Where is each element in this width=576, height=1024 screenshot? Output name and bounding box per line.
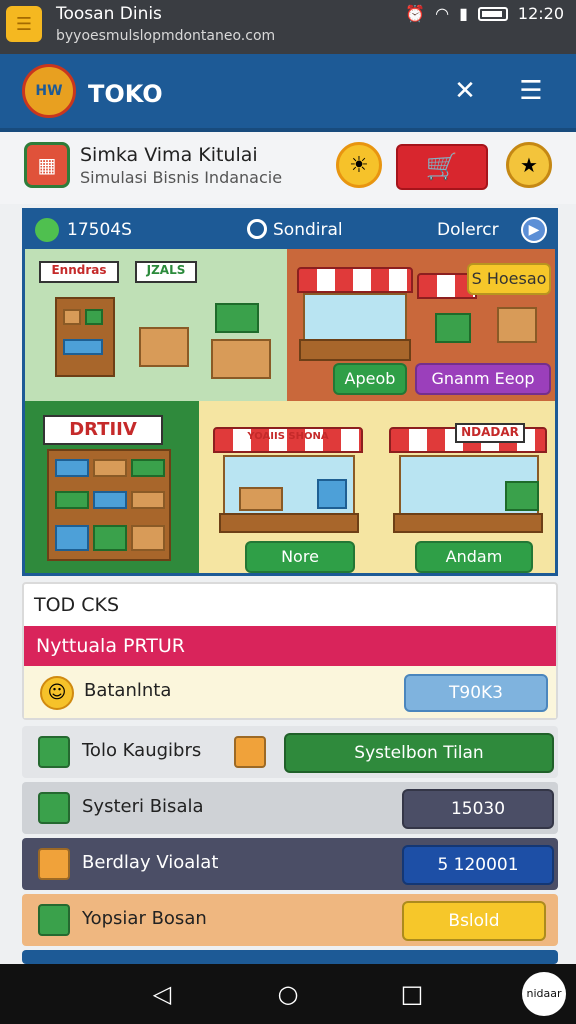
stats-panel: TOD CKS Nyttuala PRTUR ☺ Batanlnta T90K3 (22, 582, 558, 720)
system-nav-bar: ◁ ○ □ nidaar (0, 964, 576, 1024)
action-button[interactable]: Andam (415, 541, 533, 573)
shop-map-icon: ▦ (24, 142, 70, 188)
crate (497, 307, 537, 343)
box-icon (38, 792, 70, 824)
achievement-badge-icon[interactable]: ★ (506, 142, 552, 188)
home-icon[interactable]: ○ (274, 980, 302, 1008)
row-button[interactable]: 15030 (402, 789, 554, 829)
row-label: Tolo Kaugibrs (82, 740, 202, 761)
shop-sign: YOAIIS SHONA (247, 431, 329, 442)
product-box (131, 459, 165, 477)
action-button[interactable]: Apeob (333, 363, 407, 395)
board-header: 17504S Sondiral Dolercr ▶ (25, 211, 555, 249)
row-label: Berdlay Vioalat (82, 852, 219, 873)
product-box (93, 459, 127, 477)
tile-shelf-unit[interactable]: DRTIIV (25, 401, 199, 573)
coin-icon (35, 218, 59, 242)
alarm-icon: ⏰ (405, 4, 426, 23)
intro-section: ▦ Simka Vima Kitulai Simulasi Bisnis Ind… (0, 132, 576, 204)
cart-button[interactable]: 🛒 (396, 144, 488, 190)
app-notification-icon[interactable]: ☰ (6, 6, 42, 42)
product-box (93, 491, 127, 509)
wifi-icon: ◠ (435, 4, 450, 23)
menu-icon[interactable]: ☰ (516, 76, 546, 106)
battery-icon (477, 6, 508, 21)
intro-subtitle: Simulasi Bisnis Indanacie (80, 168, 283, 187)
back-icon[interactable]: ◁ (148, 980, 176, 1008)
action-button[interactable]: Gnanm Eeop (415, 363, 551, 395)
price-tag: S Hoesao (467, 263, 551, 295)
notification-url: byyoesmulslopmdontaneo.com (56, 28, 276, 44)
board-value: 17504S (67, 220, 132, 240)
app-header: HW TOKO ✕ ☰ (0, 54, 576, 132)
box-icon (38, 904, 70, 936)
board-right-label: Dolercr (437, 220, 499, 240)
shop-sign: NDADAR (455, 423, 525, 443)
row-button[interactable]: Bslold (402, 901, 546, 941)
panel-banner: Nyttuala PRTUR (24, 626, 556, 666)
tile-stalls[interactable]: S Hoesao Apeob Gnanm Eeop (287, 249, 555, 401)
panel-title: TOD CKS (34, 594, 120, 616)
shop-counter (219, 513, 359, 533)
list-item: Tolo Kaugibrs Systelbon Tilan (22, 726, 558, 778)
row-label: Yopsiar Bosan (82, 908, 207, 929)
product-box (131, 525, 165, 551)
product-box (93, 525, 127, 551)
crate (211, 339, 271, 379)
recents-icon[interactable]: □ (398, 980, 426, 1008)
mode-icon (247, 219, 267, 239)
smile-icon: ☺ (40, 676, 74, 710)
produce-crate (505, 481, 539, 511)
clock: 12:20 (517, 4, 564, 23)
crate (215, 303, 259, 333)
app-logo: HW (22, 64, 76, 118)
shop-board: 17504S Sondiral Dolercr ▶ Enndras JZALS … (22, 208, 558, 576)
row-label: Systeri Bisala (82, 796, 204, 817)
box-icon (234, 736, 266, 768)
panel-row-button[interactable]: T90K3 (404, 674, 548, 712)
list-item: Yopsiar Bosan Bslold (22, 894, 558, 946)
machine (317, 479, 347, 509)
intro-title: Simka Vima Kitulai (80, 144, 258, 166)
product-box (63, 339, 103, 355)
app-badge[interactable]: nidaar (522, 972, 566, 1016)
board-mode: Sondiral (273, 220, 343, 240)
product-box (55, 525, 89, 551)
shop-sign: Enndras (39, 261, 119, 283)
panel-row: ☺ Batanlnta T90K3 (24, 666, 556, 718)
next-arrow-icon[interactable]: ▶ (521, 217, 547, 243)
status-bar: ☰ Toosan Dinis byyoesmulslopmdontaneo.co… (0, 0, 576, 54)
stall-counter (299, 339, 411, 361)
product-box (63, 309, 81, 325)
close-icon[interactable]: ✕ (450, 76, 480, 106)
sun-icon[interactable]: ☀ (336, 142, 382, 188)
list-item: Berdlay Vioalat 5 120001 (22, 838, 558, 890)
shop-sign: DRTIIV (43, 415, 163, 445)
row-button[interactable]: 5 120001 (402, 845, 554, 885)
crate (435, 313, 471, 343)
list-item-partial (22, 950, 558, 964)
status-icons: ⏰ ◠ ▮ 12:20 (405, 4, 564, 23)
crate (139, 327, 189, 367)
app-title: TOKO (88, 80, 163, 108)
row-button[interactable]: Systelbon Tilan (284, 733, 554, 773)
box-icon (38, 848, 70, 880)
panel-row-label: Batanlnta (84, 680, 172, 701)
product-box (131, 491, 165, 509)
tile-market[interactable]: Enndras JZALS (25, 249, 287, 401)
shop-counter (393, 513, 543, 533)
product-box (55, 491, 89, 509)
notification-title: Toosan Dinis (56, 4, 162, 24)
list-item: Systeri Bisala 15030 (22, 782, 558, 834)
signal-icon: ▮ (459, 4, 468, 23)
crate (239, 487, 283, 511)
shop-sign: JZALS (135, 261, 197, 283)
product-box (85, 309, 103, 325)
box-icon (38, 736, 70, 768)
tile-shops[interactable]: YOAIIS SHONA NDADAR Nore Andam (199, 401, 555, 573)
stall (303, 293, 407, 343)
stall-awning (297, 267, 413, 293)
product-box (55, 459, 89, 477)
action-button[interactable]: Nore (245, 541, 355, 573)
